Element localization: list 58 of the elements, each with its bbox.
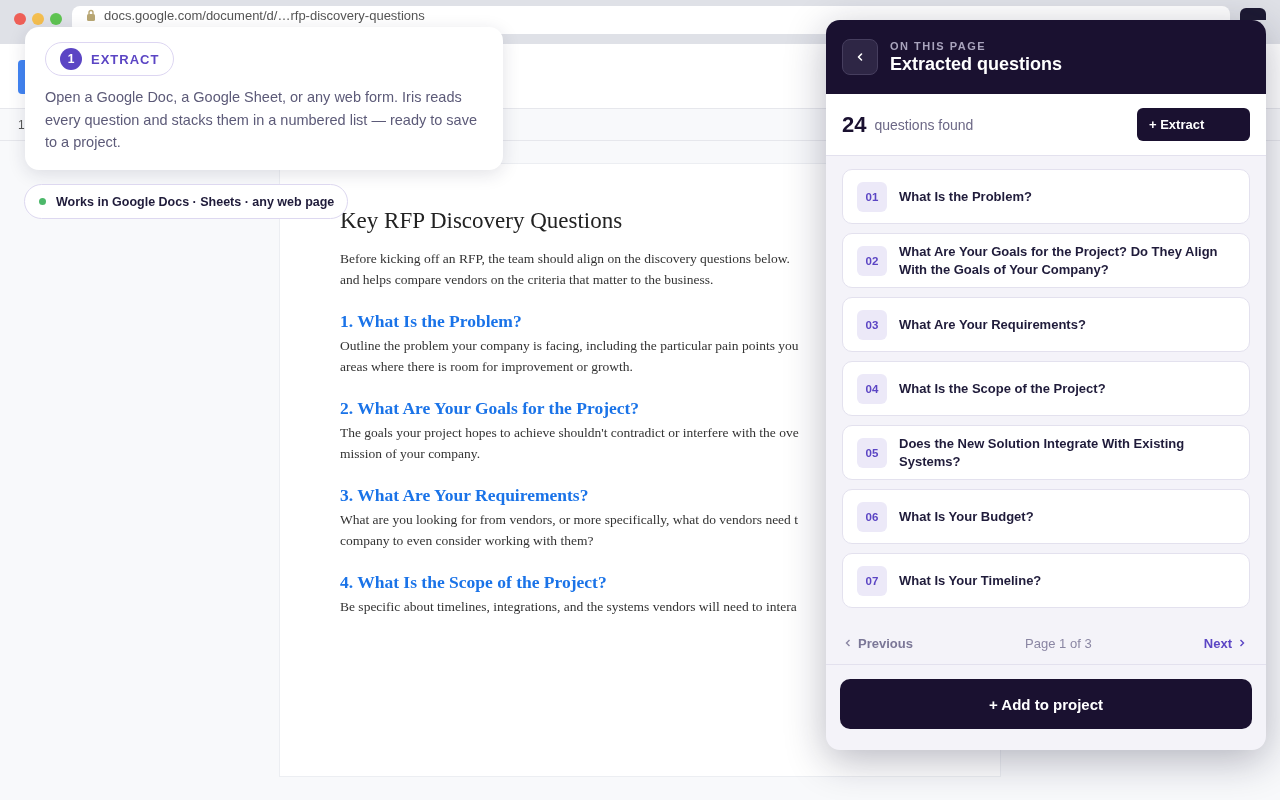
question-text: Does the New Solution Integrate With Existing Systems?: [899, 435, 1186, 470]
question-card[interactable]: 02 What Are Your Goals for the Project? Do They Align With the Goals of Your Company?: [842, 233, 1250, 288]
question-number: 03: [857, 309, 887, 340]
question-number: 06: [857, 501, 887, 532]
url-text: docs.google.com/document/d/…rfp-discovery-questions: [104, 8, 425, 23]
paragraph-line: Outline the problem your company is facing, including the particular pain points you: [340, 337, 799, 355]
question-card[interactable]: 01 What Is the Problem?: [842, 169, 1250, 224]
question-number: 02: [857, 245, 887, 276]
panel-title: Extracted questions: [890, 53, 1063, 75]
ruler-number: 1: [18, 117, 25, 132]
paragraph-line: What are you looking for from vendors, or more specifically, what do vendors need t: [340, 511, 798, 529]
step-label: EXTRACT: [91, 51, 160, 67]
question-number: 04: [857, 373, 887, 404]
next-button[interactable]: Next: [1203, 635, 1246, 651]
paragraph-line: Before kicking off an RFP, the team should align on the discovery questions below.: [340, 250, 790, 268]
step-number: 1: [60, 48, 82, 70]
question-card[interactable]: 05 Does the New Solution Integrate With Existing Systems?: [842, 425, 1250, 480]
close-window-dot[interactable]: [14, 13, 26, 25]
section-heading: 1. What Is the Problem?: [340, 310, 522, 333]
paragraph-line: mission of your company.: [340, 445, 481, 463]
previous-button[interactable]: Previous: [844, 635, 913, 651]
back-button[interactable]: [842, 39, 878, 75]
question-number: 01: [857, 181, 887, 212]
paragraph-line: and helps compare vendors on the criteria that matter to the business.: [340, 271, 714, 289]
question-text: What Is Your Budget?: [899, 507, 1034, 526]
panel-eyebrow: ON THIS PAGE: [890, 39, 988, 52]
compatibility-text: Works in Google Docs · Sheets · any web page: [56, 194, 335, 209]
zoom-window-dot[interactable]: [50, 13, 62, 25]
page-indicator: Page 1 of 3: [1025, 635, 1092, 651]
question-text: What Are Your Goals for the Project? Do They Align With the Goals of Your Company?: [899, 243, 1219, 278]
count-label: questions found: [874, 116, 974, 133]
document-title: Key RFP Discovery Questions: [340, 208, 624, 234]
lock-icon: [86, 9, 96, 21]
paragraph-line: Be specific about timelines, integrations, and the systems vendors will need to intera: [340, 598, 797, 616]
add-to-project-button[interactable]: + Add to project: [840, 679, 1252, 729]
section-heading: 3. What Are Your Requirements?: [340, 484, 589, 507]
paragraph-line: The goals your project hopes to achieve shouldn't contradict or interfere with the ove: [340, 424, 799, 442]
question-number: 07: [857, 565, 887, 596]
minimize-window-dot[interactable]: [32, 13, 44, 25]
paragraph-line: company to even consider working with them?: [340, 532, 594, 550]
callout-text: Open a Google Doc, a Google Sheet, or any web form. Iris reads every question and stacks them in a numbered list — ready to save to a project.: [45, 88, 478, 152]
chevron-right-icon: [1238, 638, 1246, 648]
question-card[interactable]: 06 What Is Your Budget?: [842, 489, 1250, 544]
section-heading: 2. What Are Your Goals for the Project?: [340, 397, 640, 420]
question-card[interactable]: 07 What Is Your Timeline?: [842, 553, 1250, 608]
question-count: 24: [842, 111, 867, 138]
question-number: 05: [857, 437, 887, 468]
chevron-left-icon: [855, 52, 865, 62]
question-card[interactable]: 04 What Is the Scope of the Project?: [842, 361, 1250, 416]
chevron-left-icon: [844, 638, 852, 648]
question-card[interactable]: 03 What Are Your Requirements?: [842, 297, 1250, 352]
extract-more-button[interactable]: + Extract: [1137, 108, 1250, 141]
question-text: What Is Your Timeline?: [899, 571, 1042, 590]
question-text: What Is the Problem?: [899, 187, 1032, 206]
paragraph-line: areas where there is room for improvement or growth.: [340, 358, 633, 376]
question-text: What Are Your Requirements?: [899, 315, 1086, 334]
section-heading: 4. What Is the Scope of the Project?: [340, 571, 607, 594]
question-text: What Is the Scope of the Project?: [899, 379, 1106, 398]
